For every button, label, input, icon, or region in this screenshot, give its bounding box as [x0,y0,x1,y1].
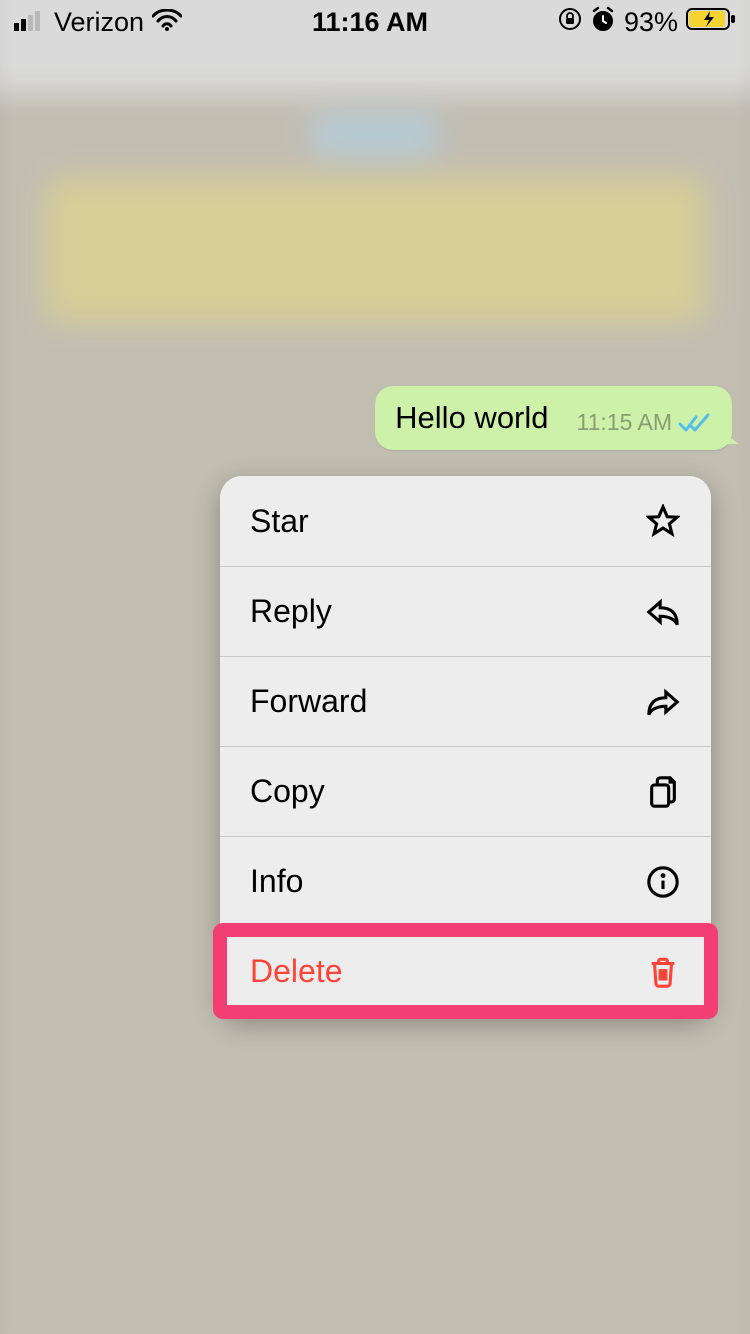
reply-icon [645,594,681,630]
menu-item-info[interactable]: Info [220,836,711,926]
battery-percentage: 93% [624,7,678,38]
menu-item-delete[interactable]: Delete [220,926,711,1016]
star-icon [645,503,681,539]
menu-item-reply[interactable]: Reply [220,566,711,656]
message-text: Hello world [395,400,548,436]
copy-icon [645,774,681,810]
status-bar: Verizon 11:16 AM [0,0,750,44]
forward-icon [645,684,681,720]
message-meta: 11:15 AM [577,409,712,436]
menu-label: Info [250,863,303,900]
menu-label: Copy [250,773,325,810]
read-receipt-icon [678,413,712,433]
cellular-signal-icon [14,7,46,38]
wifi-icon [152,7,182,38]
menu-item-star[interactable]: Star [220,476,711,566]
menu-label: Reply [250,593,332,630]
battery-icon [686,7,736,38]
alarm-icon [590,6,616,39]
outgoing-message-bubble[interactable]: Hello world 11:15 AM [375,386,732,450]
carrier-label: Verizon [54,7,144,38]
status-time: 11:16 AM [312,7,428,38]
message-timestamp: 11:15 AM [577,409,672,436]
menu-item-forward[interactable]: Forward [220,656,711,746]
trash-icon [645,954,681,990]
menu-label: Delete [250,953,343,990]
menu-label: Star [250,503,309,540]
orientation-lock-icon [558,7,582,38]
info-icon [645,864,681,900]
menu-label: Forward [250,683,367,720]
message-context-menu: Star Reply Forward Copy [220,476,711,1016]
menu-item-copy[interactable]: Copy [220,746,711,836]
